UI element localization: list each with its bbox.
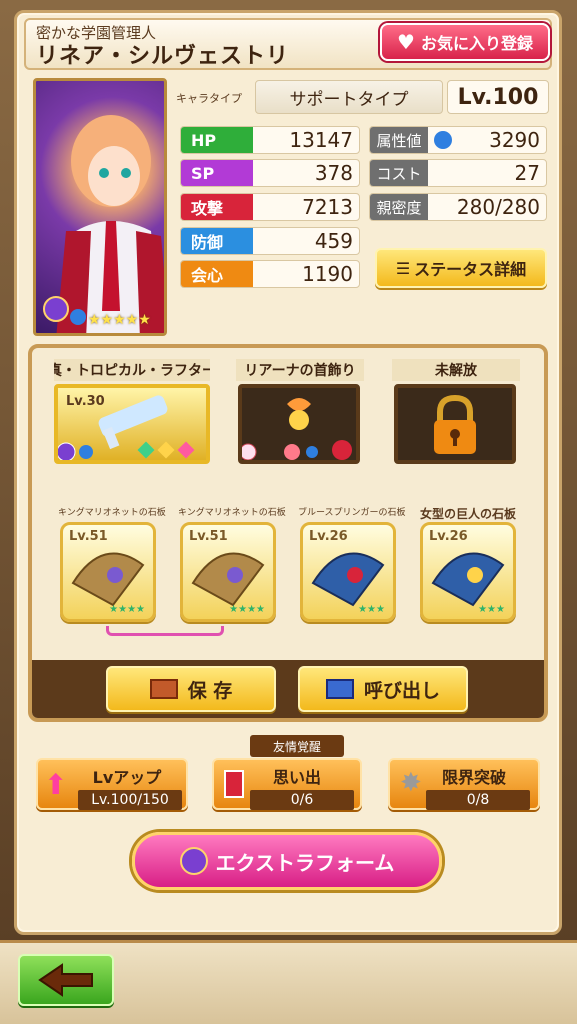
limitbreak-value: 0/8 — [426, 790, 530, 810]
limitbreak-label: 限界突破 — [441, 768, 506, 787]
accessory-title: リアーナの首飾り — [236, 359, 364, 381]
stat-label: コスト — [370, 160, 428, 186]
stone-slot[interactable]: Lv.51 ★★★★ — [180, 522, 276, 622]
stone-stars: ★★★ — [478, 604, 505, 615]
stat-cost: コスト 27 — [369, 159, 547, 187]
stone-stars: ★★★ — [358, 604, 385, 615]
back-button[interactable] — [18, 954, 114, 1006]
stone-title: キングマリオネットの石板 — [178, 508, 286, 518]
status-detail-button[interactable]: ☰ ステータス詳細 — [375, 248, 547, 288]
accessory-slot[interactable] — [238, 384, 360, 464]
back-arrow-icon — [38, 963, 93, 997]
memories-button[interactable]: 思い出 0/6 — [212, 758, 362, 810]
type-label: キャラタイプ — [176, 92, 242, 105]
stat-value: 3290 — [489, 128, 540, 152]
levelup-value: Lv.100/150 — [78, 790, 182, 810]
favorite-label: お気に入り登録 — [420, 34, 533, 53]
stat-label: 防御 — [181, 228, 253, 254]
magic-orb-icon — [179, 847, 208, 875]
levelup-button[interactable]: ⬆ Lvアップ Lv.100/150 — [36, 758, 188, 810]
friendship-tag: 友情覚醒 — [250, 735, 344, 757]
stat-value: 7213 — [302, 195, 353, 219]
weapon-slot[interactable]: Lv.30 — [54, 384, 210, 464]
stat-attack: 攻撃 7213 — [180, 193, 360, 221]
extra-form-label: エクストラフォーム — [215, 850, 395, 875]
heart-icon: ♥ — [397, 30, 415, 54]
water-element-icon — [434, 131, 452, 149]
stat-affinity: 親密度 280/280 — [369, 193, 547, 221]
stone-slot[interactable]: Lv.26 ★★★ — [420, 522, 516, 622]
locked-slot[interactable] — [394, 384, 516, 464]
save-label: 保 存 — [187, 679, 233, 702]
stat-label: 会心 — [181, 261, 253, 287]
stat-value: 378 — [314, 161, 353, 185]
stone-stars: ★★★★ — [229, 604, 265, 615]
save-button[interactable]: 保 存 — [106, 666, 276, 712]
stat-sp: SP 378 — [180, 159, 360, 187]
card-icon — [224, 770, 244, 798]
weapon-level: Lv.30 — [66, 394, 105, 409]
status-detail-label: ステータス詳細 — [414, 260, 527, 279]
stone-title: キングマリオネットの石板 — [58, 508, 166, 518]
friendship-tag-label: 友情覚醒 — [272, 739, 321, 754]
memories-label: 思い出 — [272, 768, 321, 787]
stat-label: 親密度 — [370, 194, 428, 220]
portrait-art — [43, 115, 164, 333]
stat-critical: 会心 1190 — [180, 260, 360, 288]
padlock-icon — [434, 394, 476, 454]
character-name: リネア・シルヴェストリ — [36, 44, 290, 69]
stat-defense: 防御 459 — [180, 227, 360, 255]
necklace-icon — [239, 398, 352, 461]
stone-slot[interactable]: Lv.26 ★★★ — [300, 522, 396, 622]
brick-icon — [149, 679, 178, 699]
stone-link-marker — [106, 626, 224, 636]
brick-arrow-icon — [325, 679, 354, 699]
stat-value: 459 — [314, 229, 353, 253]
stat-value: 280/280 — [456, 195, 540, 219]
stat-label: 攻撃 — [181, 194, 253, 220]
extra-form-button[interactable]: エクストラフォーム — [132, 832, 442, 890]
type-value: サポートタイプ — [255, 80, 443, 114]
stat-label: HP — [181, 127, 253, 153]
weapon-title: 真・トロピカル・ラフター — [54, 359, 210, 381]
locked-slot-title: 未解放 — [392, 359, 520, 381]
stat-label: 属性値 — [370, 127, 428, 153]
stone-title: 女型の巨人の石板 — [419, 507, 516, 521]
recall-label: 呼び出し — [363, 679, 440, 702]
level-value: Lv.100 — [447, 80, 549, 114]
favorite-button[interactable]: ♥ お気に入り登録 — [380, 23, 550, 61]
memories-value: 0/6 — [250, 790, 354, 810]
limitbreak-button[interactable]: ✸ 限界突破 0/8 — [388, 758, 540, 810]
stat-value: 13147 — [289, 128, 353, 152]
stone-slot[interactable]: Lv.51 ★★★★ — [60, 522, 156, 622]
stat-hp: HP 13147 — [180, 126, 360, 154]
levelup-label: Lvアップ — [92, 768, 162, 787]
rarity-stars: ★★★★★ — [88, 312, 151, 328]
up-arrow-icon: ⬆ — [44, 768, 68, 801]
character-portrait[interactable] — [33, 78, 167, 336]
stone-title: ブルースプリンガーの石板 — [298, 508, 406, 518]
stone-stars: ★★★★ — [109, 604, 145, 615]
stat-attribute: 属性値 3290 — [369, 126, 547, 154]
stat-label: SP — [181, 160, 253, 186]
stat-value: 27 — [514, 161, 540, 185]
star-burst-icon: ✸ — [400, 768, 422, 798]
recall-button[interactable]: 呼び出し — [298, 666, 468, 712]
list-icon: ☰ — [395, 258, 411, 278]
stat-value: 1190 — [302, 262, 353, 286]
